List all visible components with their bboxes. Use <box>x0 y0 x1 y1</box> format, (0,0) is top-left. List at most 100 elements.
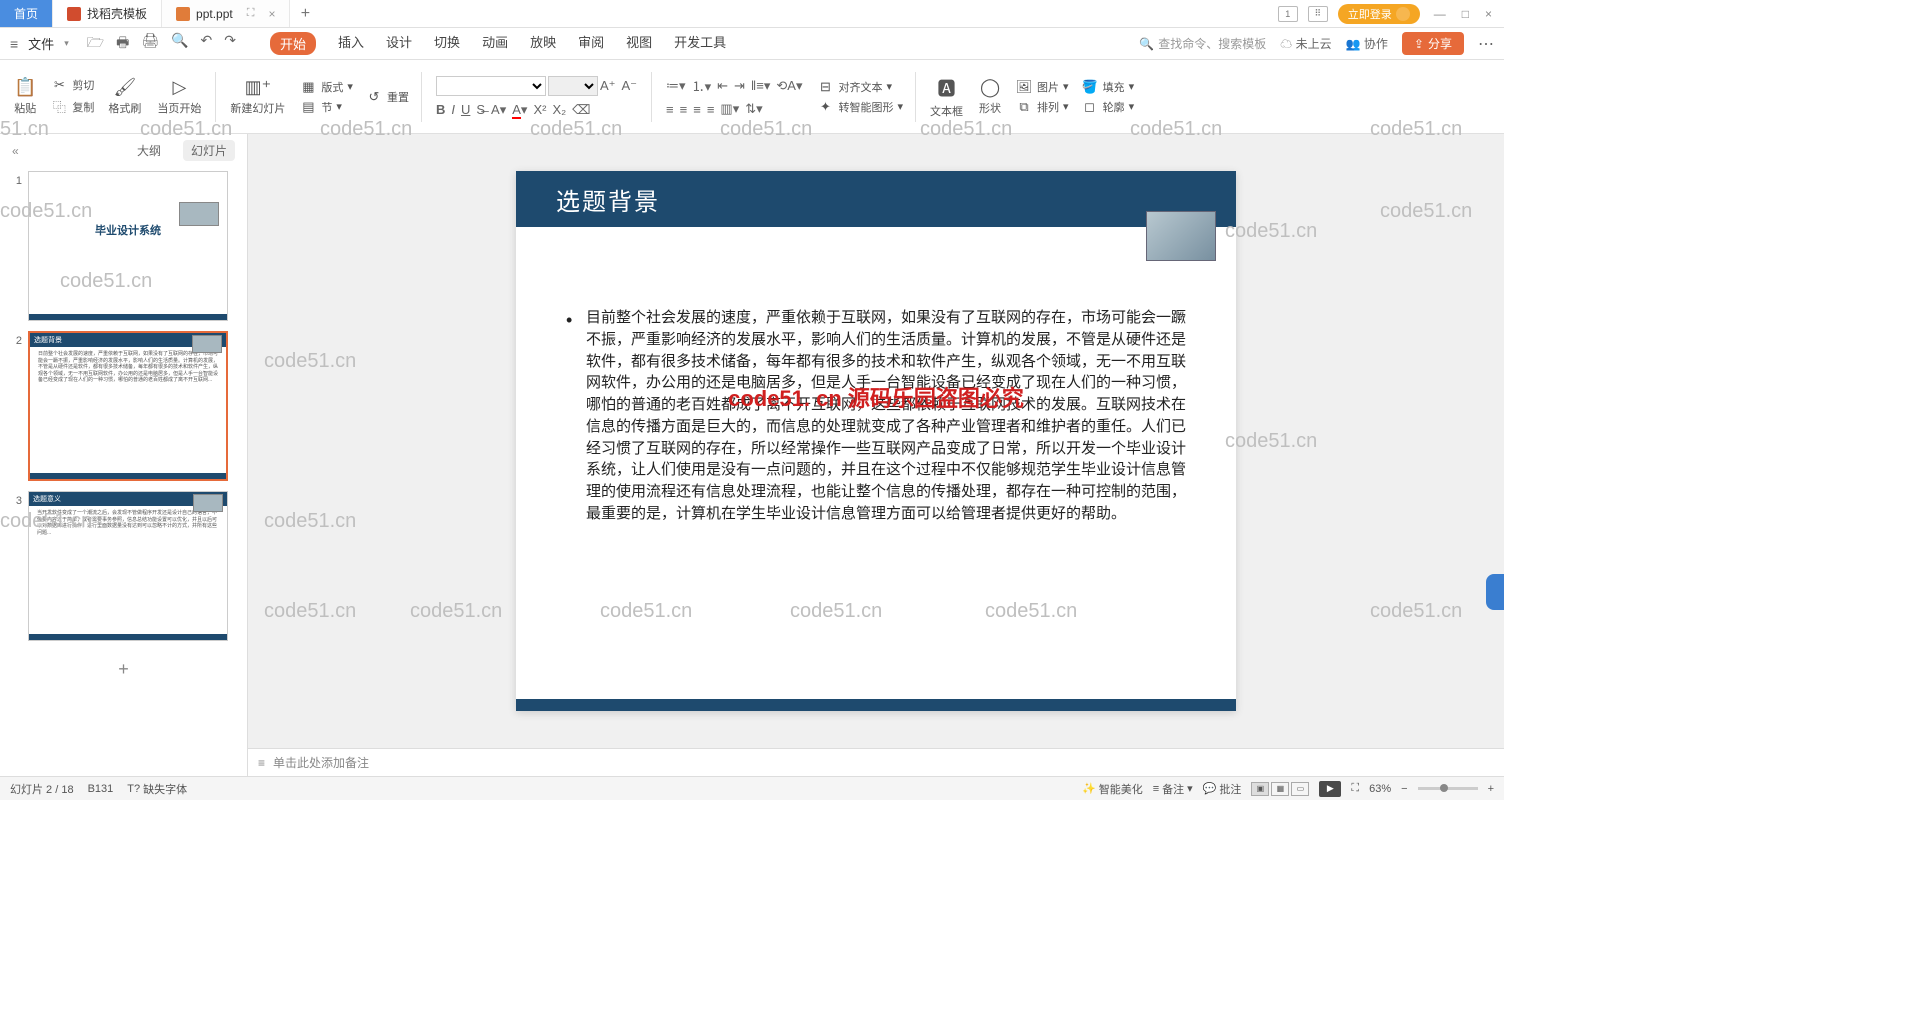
underline-button[interactable]: U <box>461 102 470 117</box>
file-dropdown-icon[interactable]: ▾ <box>64 38 69 49</box>
bold-button[interactable]: B <box>436 102 445 117</box>
share-button[interactable]: ⇪ 分享 <box>1402 32 1464 55</box>
from-current-button[interactable]: ▷ 当页开始 <box>151 60 207 133</box>
login-button[interactable]: 立即登录 <box>1338 4 1420 24</box>
slide-title[interactable]: 选题背景 <box>556 182 660 217</box>
print-preview-icon[interactable]: 🔍 <box>171 32 188 56</box>
add-slide-button[interactable]: + <box>8 651 239 688</box>
line-spacing-button[interactable]: ‖≡▾ <box>751 78 770 94</box>
new-slide-button[interactable]: ▥⁺ 新建幻灯片 <box>224 60 291 133</box>
zoom-in-button[interactable]: + <box>1488 783 1494 795</box>
format-painter-button[interactable]: 🖌 格式刷 <box>102 60 147 133</box>
bullets-button[interactable]: ≔▾ <box>666 78 686 94</box>
hamburger-icon[interactable]: ≡ <box>10 36 18 52</box>
subscript-button[interactable]: X₂ <box>552 102 566 117</box>
vertical-align-button[interactable]: ⇅▾ <box>745 101 762 117</box>
slide-body[interactable]: 目前整个社会发展的速度，严重依赖于互联网，如果没有了互联网的存在，市场可能会一蹶… <box>516 227 1236 545</box>
menu-developer[interactable]: 开发工具 <box>674 32 726 55</box>
thumbnail-3[interactable]: 选题意义 当开发软件变成了一个潮流之后，会发现不管做程序开发还是设计自己的语言，… <box>28 491 228 641</box>
strike-button[interactable]: S̶ <box>476 102 485 117</box>
picture-button[interactable]: 🖼图片 ▾ <box>1015 79 1069 95</box>
apps-icon[interactable]: ⠿ <box>1308 6 1328 22</box>
maximize-button[interactable]: □ <box>1458 7 1473 21</box>
cut-button[interactable]: ✂剪切 <box>50 77 94 93</box>
increase-font-icon[interactable]: A⁺ <box>600 78 616 94</box>
columns-button[interactable]: ▥▾ <box>720 101 739 117</box>
align-right-button[interactable]: ≡ <box>693 102 701 117</box>
smart-shape-button[interactable]: ✦转智能图形 ▾ <box>817 99 904 115</box>
decrease-font-icon[interactable]: A⁻ <box>622 78 638 94</box>
highlight-button[interactable]: A▾ <box>491 102 506 118</box>
indent-right-button[interactable]: ⇥ <box>734 78 745 94</box>
file-menu[interactable]: 文件 <box>28 34 54 53</box>
clear-format-button[interactable]: ⌫ <box>572 102 590 118</box>
right-side-tab[interactable] <box>1486 574 1504 610</box>
collapse-panel-icon[interactable]: « <box>12 144 19 158</box>
normal-view-icon[interactable]: ▣ <box>1251 782 1269 796</box>
add-tab-button[interactable]: + <box>290 0 320 27</box>
paste-group[interactable]: 📋 粘贴 <box>8 60 42 133</box>
sorter-view-icon[interactable]: ▦ <box>1271 782 1289 796</box>
cloud-status[interactable]: ☁ 未上云 <box>1280 35 1331 52</box>
notes-bar[interactable]: ≡ 单击此处添加备注 <box>248 748 1504 776</box>
collab-button[interactable]: 👥 协作 <box>1346 35 1388 52</box>
fit-icon[interactable]: ⛶ <box>1351 782 1359 795</box>
menu-design[interactable]: 设计 <box>386 32 412 55</box>
zoom-out-button[interactable]: − <box>1401 783 1407 795</box>
current-slide[interactable]: 选题背景 目前整个社会发展的速度，严重依赖于互联网，如果没有了互联网的存在，市场… <box>516 171 1236 711</box>
slides-tab[interactable]: 幻灯片 <box>183 140 235 161</box>
notes-placeholder[interactable]: 单击此处添加备注 <box>273 754 369 771</box>
menu-review[interactable]: 审阅 <box>578 32 604 55</box>
font-color-button[interactable]: A▾ <box>512 102 527 118</box>
tab-document[interactable]: ppt.ppt ⛶ × <box>162 0 290 27</box>
zoom-level[interactable]: 63% <box>1369 783 1391 795</box>
tab-template[interactable]: 找稻壳模板 <box>53 0 162 27</box>
thumbnail-1[interactable]: 毕业设计系统 <box>28 171 228 321</box>
italic-button[interactable]: I <box>451 102 455 117</box>
slide-corner-image[interactable] <box>1146 211 1216 261</box>
comments-button[interactable]: 💬 批注 <box>1203 781 1242 797</box>
layout1-icon[interactable]: 1 <box>1278 6 1298 22</box>
slide-canvas[interactable]: 选题背景 目前整个社会发展的速度，严重依赖于互联网，如果没有了互联网的存在，市场… <box>248 134 1504 748</box>
reset-button[interactable]: ↺重置 <box>365 89 409 105</box>
print-icon[interactable]: 🖨 <box>141 32 159 56</box>
section-button[interactable]: ▤节 ▾ <box>299 99 353 115</box>
save-icon[interactable]: 🖶 <box>116 32 129 56</box>
indent-left-button[interactable]: ⇤ <box>717 78 728 94</box>
smart-beautify-button[interactable]: ✨ 智能美化 <box>1082 781 1143 797</box>
presentation-mode-icon[interactable]: ⛶ <box>247 7 255 20</box>
reading-view-icon[interactable]: ▭ <box>1291 782 1309 796</box>
textbox-button[interactable]: 🅰 文本框 <box>924 60 969 133</box>
arrange-button[interactable]: ⧉排列 ▾ <box>1015 99 1069 115</box>
outline-button[interactable]: ◻轮廓 ▾ <box>1081 99 1135 115</box>
tab-home[interactable]: 首页 <box>0 0 53 27</box>
slide-bullet-text[interactable]: 目前整个社会发展的速度，严重依赖于互联网，如果没有了互联网的存在，市场可能会一蹶… <box>566 307 1186 525</box>
fill-button[interactable]: 🪣填充 ▾ <box>1081 79 1135 95</box>
slideshow-play-button[interactable]: ▶ <box>1319 781 1341 797</box>
notes-toggle-button[interactable]: ≡ 备注 ▾ <box>1153 781 1193 797</box>
menu-transition[interactable]: 切换 <box>434 32 460 55</box>
outline-tab[interactable]: 大纲 <box>129 140 169 161</box>
copy-button[interactable]: ⿻复制 <box>50 97 94 116</box>
shape-button[interactable]: ◯ 形状 <box>973 60 1007 133</box>
close-tab-icon[interactable]: × <box>268 7 275 21</box>
align-center-button[interactable]: ≡ <box>680 102 688 117</box>
superscript-button[interactable]: X² <box>533 102 546 117</box>
redo-icon[interactable]: ↷ <box>224 32 236 56</box>
numbering-button[interactable]: ⒈▾ <box>692 76 712 95</box>
minimize-button[interactable]: — <box>1430 7 1450 21</box>
align-text-button[interactable]: ⊟对齐文本 ▾ <box>817 79 904 95</box>
menu-start[interactable]: 开始 <box>270 32 316 55</box>
close-window-button[interactable]: × <box>1481 7 1496 21</box>
text-direction-button[interactable]: ⟲A▾ <box>776 78 802 94</box>
menu-view[interactable]: 视图 <box>626 32 652 55</box>
more-menu[interactable]: ⋯ <box>1478 34 1494 54</box>
layout-button[interactable]: ▦版式 ▾ <box>299 79 353 95</box>
font-size-select[interactable] <box>548 76 598 96</box>
zoom-slider[interactable] <box>1418 787 1478 790</box>
font-family-select[interactable] <box>436 76 546 96</box>
undo-icon[interactable]: ↶ <box>201 32 213 56</box>
menu-insert[interactable]: 插入 <box>338 32 364 55</box>
align-justify-button[interactable]: ≡ <box>707 102 715 117</box>
command-search[interactable]: 🔍 查找命令、搜索模板 <box>1139 35 1266 52</box>
